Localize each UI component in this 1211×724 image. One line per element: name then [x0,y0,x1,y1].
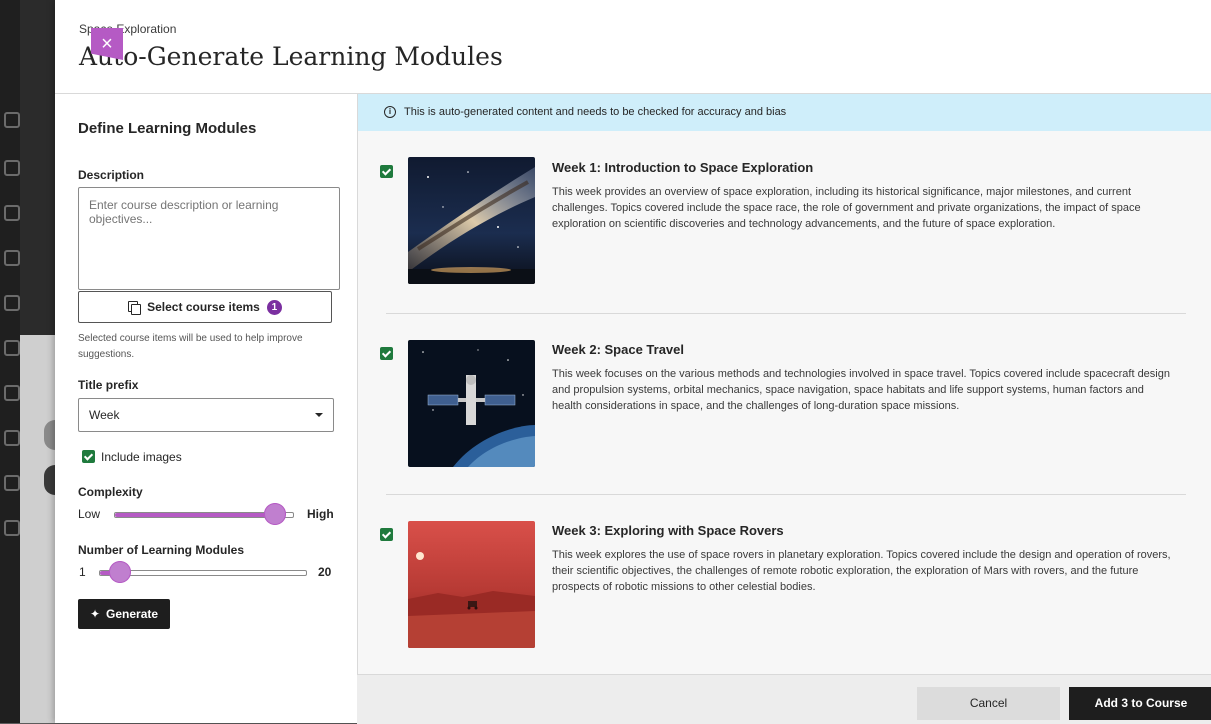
background-nav-icon [4,475,20,491]
background-nav-icon [4,112,20,128]
complexity-fill [115,513,276,517]
include-images-label: Include images [101,450,182,464]
modules-slider-handle[interactable] [109,561,131,583]
cancel-button[interactable]: Cancel [917,687,1060,720]
accuracy-notice: i This is auto-generated content and nee… [358,94,1211,131]
helper-text: Selected course items will be used to he… [78,333,303,360]
galaxy-image [408,157,535,284]
generate-label: Generate [106,607,159,621]
background-nav-icon [4,385,20,401]
description-label: Description [78,168,145,182]
form-section-title: Define Learning Modules [78,120,257,137]
background-nav-icon [4,160,20,176]
add-to-course-button[interactable]: Add 3 to Course [1069,687,1211,720]
selected-count-badge: 1 [266,299,282,315]
module-card: Week 3: Exploring with Space Rovers This… [358,494,1211,674]
complexity-label: Complexity [78,485,143,499]
generated-modules-panel: i This is auto-generated content and nee… [358,94,1211,674]
module-description: This week provides an overview of space … [552,186,1141,230]
copy-icon [128,301,142,315]
include-images-checkbox[interactable] [82,450,95,463]
auto-generate-modal: × Space Exploration Auto-Generate Learni… [55,0,1211,724]
title-prefix-label: Title prefix [78,378,139,392]
module-description: This week explores the use of space rove… [552,549,1171,593]
modal-footer: Cancel Add 3 to Course [357,674,1211,724]
module-title: Week 1: Introduction to Space Exploratio… [552,160,814,175]
modules-count-label: Number of Learning Modules [78,543,245,557]
complexity-max-label: High [307,507,334,521]
background-app [0,0,60,723]
define-modules-form: Define Learning Modules Description Sele… [55,94,358,723]
background-nav-icon [4,430,20,446]
info-icon: i [384,106,396,118]
background-nav-icon [4,520,20,536]
complexity-slider-handle[interactable] [264,503,287,525]
complexity-min-label: Low [78,507,101,521]
description-field[interactable] [78,187,340,290]
module-title: Week 2: Space Travel [552,342,685,357]
background-app-nav [0,0,20,723]
mars-rover-image [408,521,535,648]
title-prefix-value: Week [89,408,120,422]
title-prefix-select[interactable]: Week [78,398,334,432]
sparkle-icon: ✦ [89,607,101,621]
background-nav-icon [4,295,20,311]
close-icon: × [101,33,113,55]
module-2-checkbox[interactable] [380,347,393,360]
module-description: This week focuses on the various methods… [552,368,1170,412]
generate-button[interactable]: ✦ Generate [78,599,170,629]
module-card: Week 1: Introduction to Space Exploratio… [358,131,1211,311]
accuracy-notice-text: This is auto-generated content and needs… [404,106,787,118]
module-card: Week 2: Space Travel This week focuses o… [358,313,1211,493]
space-station-image [408,340,535,467]
chevron-down-icon [315,413,323,417]
module-1-checkbox[interactable] [380,165,393,178]
module-title: Week 3: Exploring with Space Rovers [552,523,784,538]
background-nav-icon [4,205,20,221]
modal-header: Space Exploration Auto-Generate Learning… [55,0,1211,94]
background-nav-icon [4,340,20,356]
select-course-items-label: Select course items [147,300,260,314]
page-title: Auto-Generate Learning Modules [79,42,503,71]
modules-min-label: 1 [79,565,86,579]
module-3-checkbox[interactable] [380,528,393,541]
background-nav-icon [4,250,20,266]
select-course-items-button[interactable]: Select course items 1 [78,291,332,323]
modules-max-label: 20 [318,565,332,579]
